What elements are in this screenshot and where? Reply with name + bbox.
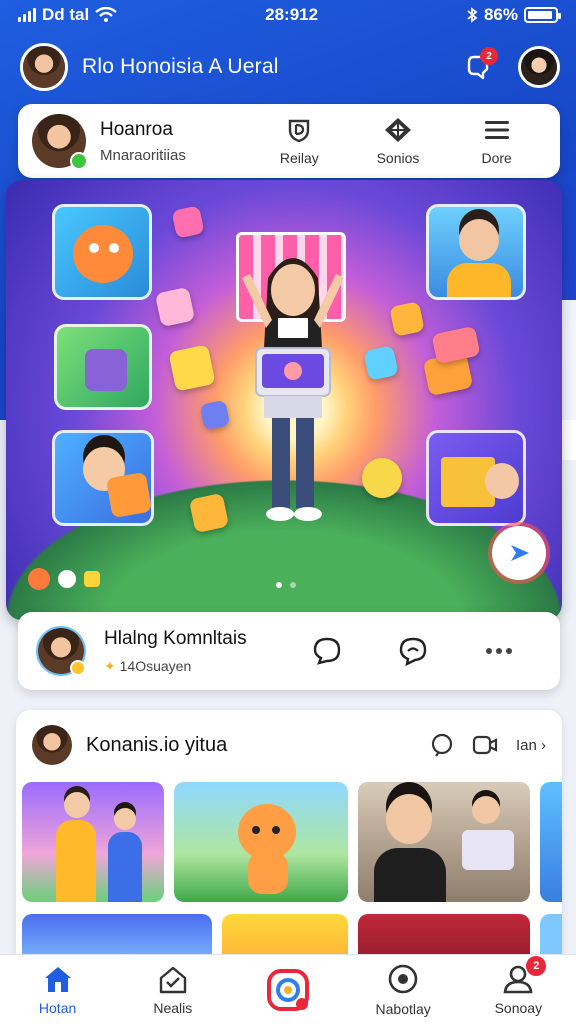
app-title: Rlo Honoisia A Ueral bbox=[82, 55, 279, 78]
reilay-label: Reilay bbox=[279, 150, 319, 166]
nav-home-label: Hotan bbox=[38, 999, 77, 1016]
nav-home[interactable]: Hotan bbox=[8, 964, 108, 1016]
video-thumbnail[interactable] bbox=[540, 782, 562, 902]
wifi-icon bbox=[95, 7, 117, 22]
section-avatar[interactable] bbox=[32, 725, 72, 765]
nav-nabotlay-label: Nabotlay bbox=[375, 1000, 431, 1017]
post-card: Hlalng Komnltais ✦ 14Osuayen bbox=[18, 612, 560, 690]
profile-badge: 2 bbox=[526, 955, 547, 976]
see-more-link[interactable]: Ian › bbox=[516, 737, 546, 754]
recommend-section: Konanis.io yitua Ian › bbox=[16, 710, 562, 970]
menu-icon bbox=[484, 121, 509, 139]
diamond-icon bbox=[384, 118, 411, 142]
play-icon bbox=[511, 545, 529, 561]
status-dot-icon bbox=[70, 660, 86, 676]
shield-icon bbox=[289, 119, 310, 143]
target-icon bbox=[388, 964, 418, 993]
hero-banner[interactable] bbox=[6, 180, 562, 620]
hero-tile-kid[interactable] bbox=[52, 430, 154, 526]
online-status-icon bbox=[70, 152, 88, 170]
video-icon[interactable] bbox=[472, 734, 498, 756]
carousel-indicator bbox=[276, 582, 296, 588]
chevron-right-icon: › bbox=[536, 736, 546, 754]
notifications-button[interactable]: 2 bbox=[460, 47, 498, 85]
reilay-button[interactable]: Reilay bbox=[254, 116, 344, 166]
nav-camera[interactable] bbox=[238, 968, 338, 1012]
sonios-button[interactable]: Sonios bbox=[353, 116, 443, 166]
battery-percent: 86% bbox=[483, 5, 518, 24]
post-meta: 14Osuayen bbox=[119, 657, 192, 674]
sparkle-icon: ✦ bbox=[104, 657, 116, 674]
check-house-icon bbox=[159, 966, 186, 993]
profile-avatar[interactable] bbox=[32, 114, 88, 170]
nav-profile[interactable]: 2 Sonoay bbox=[468, 955, 568, 1016]
video-thumbnail[interactable] bbox=[358, 782, 530, 902]
profile-subtitle: Mnaraoritiias bbox=[100, 146, 186, 164]
post-avatar[interactable] bbox=[36, 626, 86, 676]
chat-icon[interactable] bbox=[430, 733, 454, 757]
section-title: Konanis.io yitua bbox=[86, 733, 228, 756]
user-avatar[interactable] bbox=[20, 43, 68, 91]
nav-nealis[interactable]: Nealis bbox=[123, 964, 223, 1016]
profile-name: Hoanroa bbox=[100, 118, 173, 140]
share-icon[interactable] bbox=[397, 635, 429, 667]
hero-tile-gadget[interactable] bbox=[54, 324, 152, 410]
home-icon bbox=[44, 966, 71, 992]
bluetooth-icon bbox=[467, 7, 478, 23]
app-header: Rlo Honoisia A Ueral 2 bbox=[20, 40, 560, 94]
play-button[interactable] bbox=[492, 526, 546, 580]
profile-card: Hoanroa Mnaraoritiias Reilay Sonios Dore bbox=[18, 104, 560, 178]
video-thumbnail[interactable] bbox=[174, 782, 348, 902]
nav-nabotlay[interactable]: Nabotlay bbox=[353, 963, 453, 1017]
carrier-label: Dd tal bbox=[42, 5, 90, 24]
sonios-label: Sonios bbox=[376, 150, 420, 166]
more-label: Dore bbox=[481, 150, 512, 166]
girl-with-laptop bbox=[242, 258, 344, 521]
notification-badge: 2 bbox=[480, 47, 498, 65]
video-thumbnail[interactable] bbox=[22, 782, 164, 902]
hero-tile-gift[interactable] bbox=[426, 430, 526, 526]
hero-tile-boy[interactable] bbox=[426, 204, 526, 300]
hero-tile-bear[interactable] bbox=[52, 204, 152, 300]
post-author: Hlalng Komnltais bbox=[104, 627, 247, 649]
more-options-icon[interactable] bbox=[483, 646, 515, 656]
clock: 28:912 bbox=[265, 5, 319, 24]
battery-icon bbox=[523, 7, 561, 23]
status-bar: Dd tal 28:912 86% bbox=[0, 0, 576, 30]
see-more-label: Ian bbox=[515, 736, 537, 754]
camera-icon bbox=[266, 968, 309, 1011]
signal-icon bbox=[18, 8, 36, 22]
friend-avatar[interactable] bbox=[518, 46, 560, 88]
bottom-navigation: Hotan Nealis Nabotlay 2 Sonoay bbox=[0, 954, 576, 1024]
nav-nealis-label: Nealis bbox=[153, 999, 193, 1016]
nav-profile-label: Sonoay bbox=[494, 999, 543, 1016]
more-menu-button[interactable]: Dore bbox=[452, 116, 542, 166]
comment-icon[interactable] bbox=[311, 635, 343, 667]
